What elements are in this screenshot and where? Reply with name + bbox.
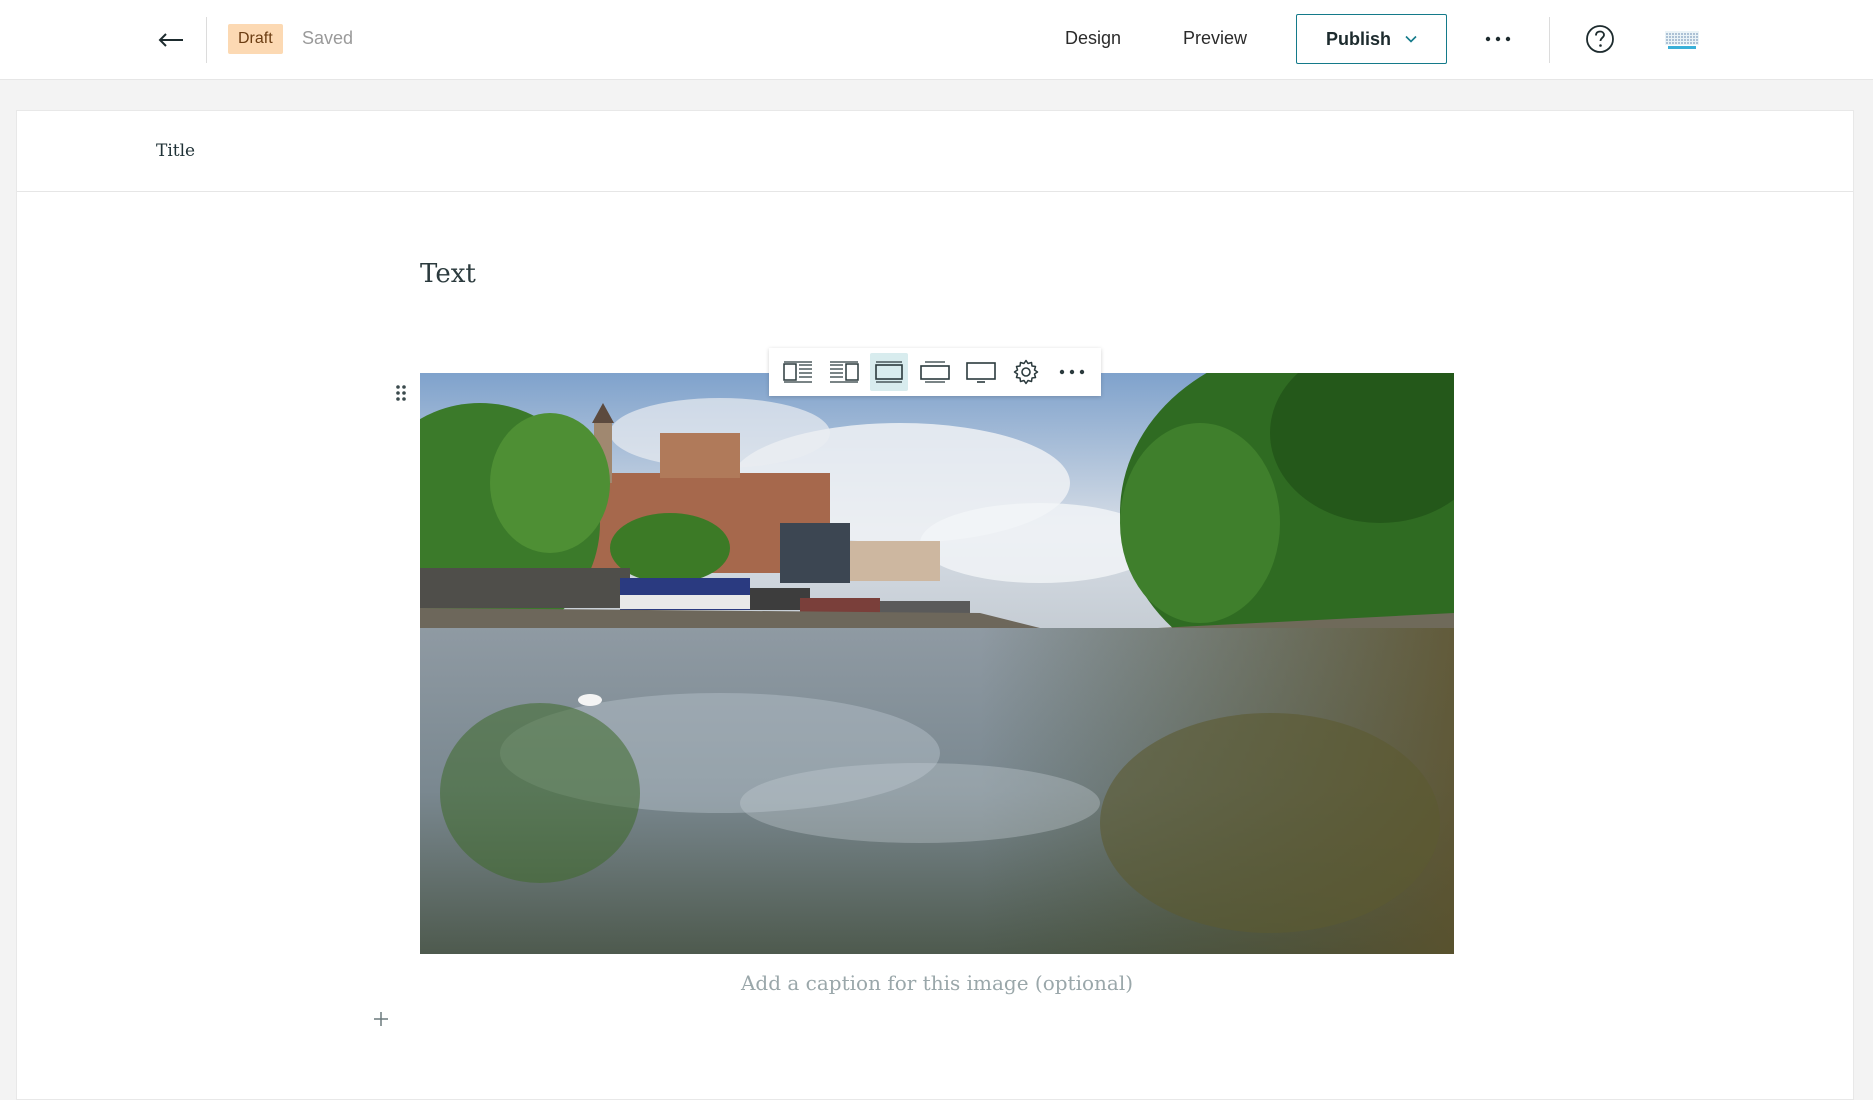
divider — [206, 17, 207, 63]
preview-link[interactable]: Preview — [1183, 28, 1247, 49]
more-options-button[interactable] — [1484, 24, 1512, 54]
editor-canvas: Title Text Add a caption for this image … — [16, 110, 1854, 1100]
text-block[interactable]: Text — [420, 259, 476, 289]
drag-handle-icon — [396, 385, 406, 401]
design-link[interactable]: Design — [1065, 28, 1121, 49]
image-settings-button[interactable] — [1007, 353, 1045, 391]
save-status: Saved — [302, 28, 354, 48]
plus-icon — [374, 1012, 388, 1026]
user-avatar[interactable] — [1664, 28, 1702, 52]
publish-label: Publish — [1325, 28, 1391, 49]
float-left-button[interactable] — [779, 353, 817, 391]
float-right-layout-icon — [829, 361, 859, 383]
divider — [1549, 17, 1550, 63]
status-badge: Draft — [228, 24, 283, 54]
float-right-button[interactable] — [825, 353, 863, 391]
help-icon — [1586, 25, 1614, 53]
image-toolbar — [769, 348, 1101, 396]
wide-layout-button[interactable] — [916, 353, 954, 391]
image-more-button[interactable] — [1053, 353, 1091, 391]
add-block-button[interactable] — [369, 1007, 393, 1031]
back-arrow-icon — [158, 33, 183, 47]
chevron-down-icon — [1405, 35, 1417, 43]
top-bar: Draft Saved Design Preview Publish — [0, 0, 1873, 80]
more-horizontal-icon — [1485, 36, 1511, 42]
help-button[interactable] — [1585, 24, 1615, 54]
publish-button[interactable]: Publish — [1296, 14, 1447, 64]
image-block[interactable] — [420, 373, 1454, 954]
float-left-layout-icon — [783, 361, 812, 383]
drag-handle[interactable] — [394, 383, 408, 403]
standard-layout-icon — [875, 361, 904, 383]
title-field[interactable]: Title — [156, 141, 195, 161]
river-photo — [420, 373, 1454, 954]
image-caption-field[interactable]: Add a caption for this image (optional) — [420, 971, 1454, 995]
full-width-layout-button[interactable] — [962, 353, 1000, 391]
settings-gear-icon — [1014, 359, 1039, 385]
more-options-icon — [1059, 369, 1085, 375]
back-button[interactable] — [150, 22, 192, 58]
full-width-layout-icon — [965, 362, 996, 383]
title-bar: Title — [17, 111, 1853, 192]
avatar-icon — [1665, 31, 1699, 49]
standard-layout-button[interactable] — [870, 353, 909, 391]
wide-layout-icon — [920, 361, 950, 383]
